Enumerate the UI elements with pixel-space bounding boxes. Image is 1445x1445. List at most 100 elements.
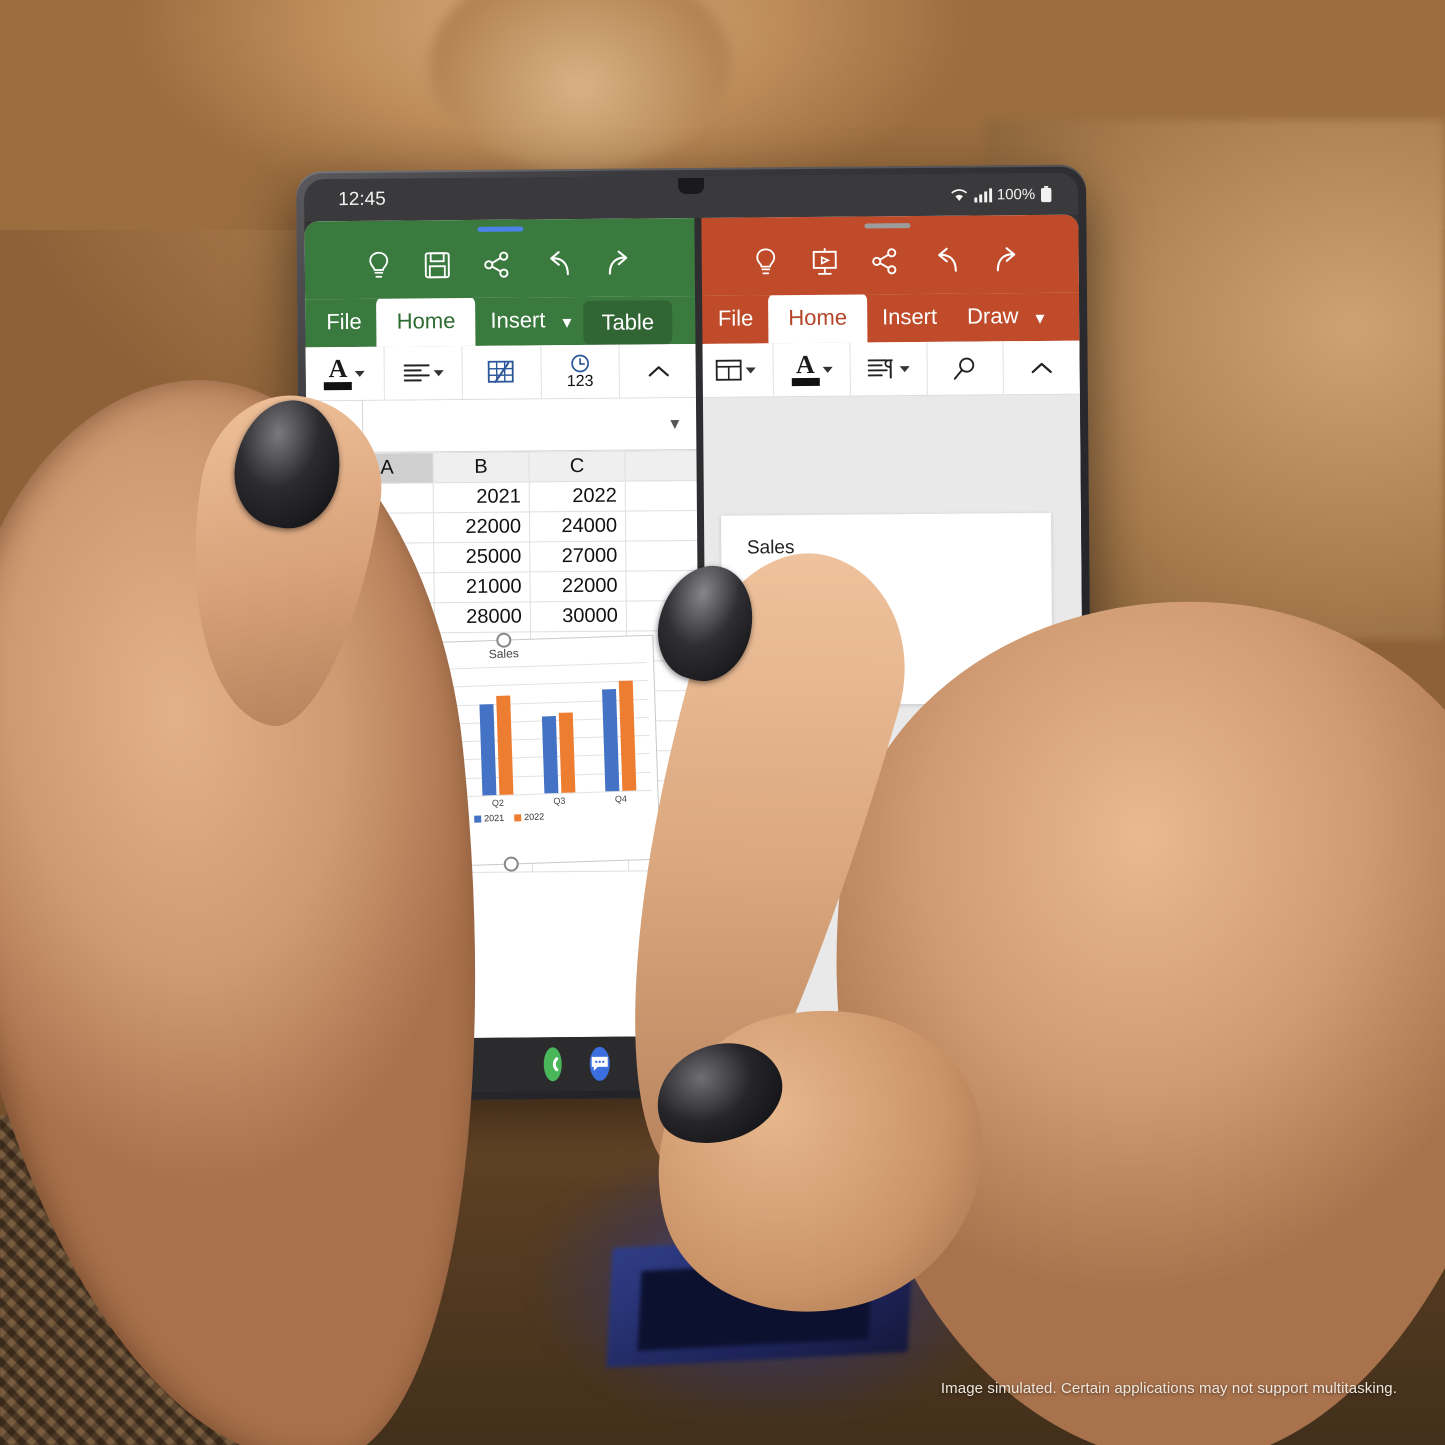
tab-table-context[interactable]: Table [583,300,673,345]
tab-home[interactable]: Home [768,292,868,344]
chevron-down-icon[interactable] [899,365,911,372]
cell-c5[interactable]: 30000 [530,601,627,632]
home-icon[interactable] [1009,1049,1032,1072]
cell-c4[interactable]: 22000 [529,571,627,602]
cell-b4[interactable]: 21000 [433,571,531,603]
tab-home[interactable]: Home [376,295,476,347]
clock-icon [571,354,589,372]
column-header-b[interactable]: B [432,451,530,483]
cell-a4[interactable]: Q3 [341,572,435,604]
cell-styles-tool[interactable] [462,345,542,400]
font-color-letter: A [795,350,815,380]
excel-window-handle[interactable] [477,226,524,232]
row-header-12[interactable] [310,813,345,844]
spreadsheet-grid[interactable]: A B C 1 2021 2022 2 Q1 22000 24000 3 Q2 … [306,449,704,1040]
chevron-down-icon[interactable] [354,370,366,377]
bar-group-q2 [479,667,514,796]
tab-file[interactable]: File [703,295,769,344]
cell-a2[interactable]: Q1 [341,512,434,544]
chevron-down-icon[interactable] [433,369,444,376]
taskbar-apps: X [312,1046,704,1083]
table-row: 2 Q1 22000 24000 [307,510,699,544]
row-header-6[interactable]: 6 [308,633,343,664]
cell-d3[interactable] [625,540,699,572]
cell-d1[interactable] [625,480,699,512]
phone-app-icon[interactable] [543,1047,562,1082]
embedded-chart-object[interactable]: Sales 35000 30000 25000 20000 15000 1000… [346,632,661,872]
row-header-8[interactable] [309,693,344,724]
font-color-tool[interactable]: A [773,342,851,397]
tab-draw[interactable]: Draw [952,293,1034,342]
font-color-tool[interactable]: A [305,346,385,401]
share-icon[interactable] [870,247,898,275]
redo-icon[interactable] [605,250,635,278]
comments-button[interactable]: Comments [703,997,1086,1022]
row-header-3[interactable]: 3 [307,543,342,574]
cell-b1[interactable]: 2021 [433,481,530,513]
cell-d5[interactable] [626,600,700,632]
present-icon[interactable] [810,247,838,277]
select-all-corner[interactable] [306,453,342,484]
cell-d2[interactable] [625,510,699,542]
column-header-a[interactable]: A [340,452,434,484]
undo-icon[interactable] [543,250,573,278]
powerpoint-window-handle[interactable] [864,223,911,229]
cell-a1[interactable] [341,482,434,514]
row-header-11[interactable] [309,783,345,814]
row-header-10[interactable] [309,753,344,784]
slide-title[interactable]: Sales [721,513,1051,560]
share-icon[interactable] [483,251,511,279]
chevron-down-icon[interactable]: ▾ [1033,296,1048,341]
messages-app-icon[interactable] [589,1046,610,1081]
cell-c1[interactable]: 2022 [529,481,626,512]
ideas-lightbulb-icon[interactable] [752,247,778,277]
row-header-9[interactable] [309,723,344,754]
table-row: 5 Q4 28000 30000 [308,600,700,634]
cell-c2[interactable]: 24000 [529,511,626,542]
save-icon[interactable] [424,251,451,279]
excel-app-icon[interactable]: X [637,1046,658,1081]
ideas-lightbulb-icon[interactable] [366,251,392,281]
cell-b3[interactable]: 25000 [433,541,530,573]
paragraph-tool[interactable] [850,341,928,396]
slide-layout-tool[interactable] [697,343,775,397]
camera-app-icon[interactable] [743,1045,778,1080]
row-header-2[interactable]: 2 [307,513,342,544]
search-tool[interactable] [927,341,1005,395]
row-header-13[interactable] [310,843,345,874]
cell-a3[interactable]: Q2 [341,542,434,574]
tab-insert[interactable]: Insert [475,297,560,346]
cell-c3[interactable]: 27000 [529,541,626,572]
redo-icon[interactable] [992,246,1022,274]
undo-icon[interactable] [930,247,960,275]
bar-2022-q4 [618,680,637,791]
collapse-ribbon-tool[interactable] [620,344,698,398]
formula-input[interactable] [361,398,653,452]
tab-insert[interactable]: Insert [867,294,952,343]
background-blue-object-dark [637,1259,873,1351]
column-header-d[interactable] [624,450,698,482]
legend-item-2021: 2021 [474,813,504,824]
cell-a5[interactable]: Q4 [342,602,435,634]
row-header-7[interactable]: 7 [308,663,344,694]
row-header-5[interactable]: 5 [308,603,343,634]
y-tick-15000: 15000 [376,739,401,751]
chevron-down-icon[interactable]: ▾ [560,300,575,345]
cell-d4[interactable] [625,570,699,602]
column-header-c[interactable]: C [528,451,626,482]
row-header-1[interactable]: 1 [307,483,342,514]
chevron-down-icon[interactable] [745,366,756,374]
powerpoint-canvas[interactable]: Sales Comments Categories [697,394,1086,1036]
x-tick-q3: Q3 [553,795,566,807]
chevron-down-icon[interactable]: ▾ [652,413,698,434]
cell-b2[interactable]: 22000 [433,511,530,543]
current-slide[interactable]: Sales [711,512,1053,706]
number-format-tool[interactable]: 123 [541,344,621,399]
collapse-ribbon-tool[interactable] [1004,341,1080,395]
row-header-4[interactable]: 4 [307,573,343,604]
cell-b5[interactable]: 28000 [434,601,531,633]
tab-file[interactable]: File [311,299,377,348]
alignment-tool[interactable] [384,346,464,400]
chevron-down-icon[interactable] [822,366,833,373]
recents-icon[interactable]: ||| [879,1046,909,1077]
